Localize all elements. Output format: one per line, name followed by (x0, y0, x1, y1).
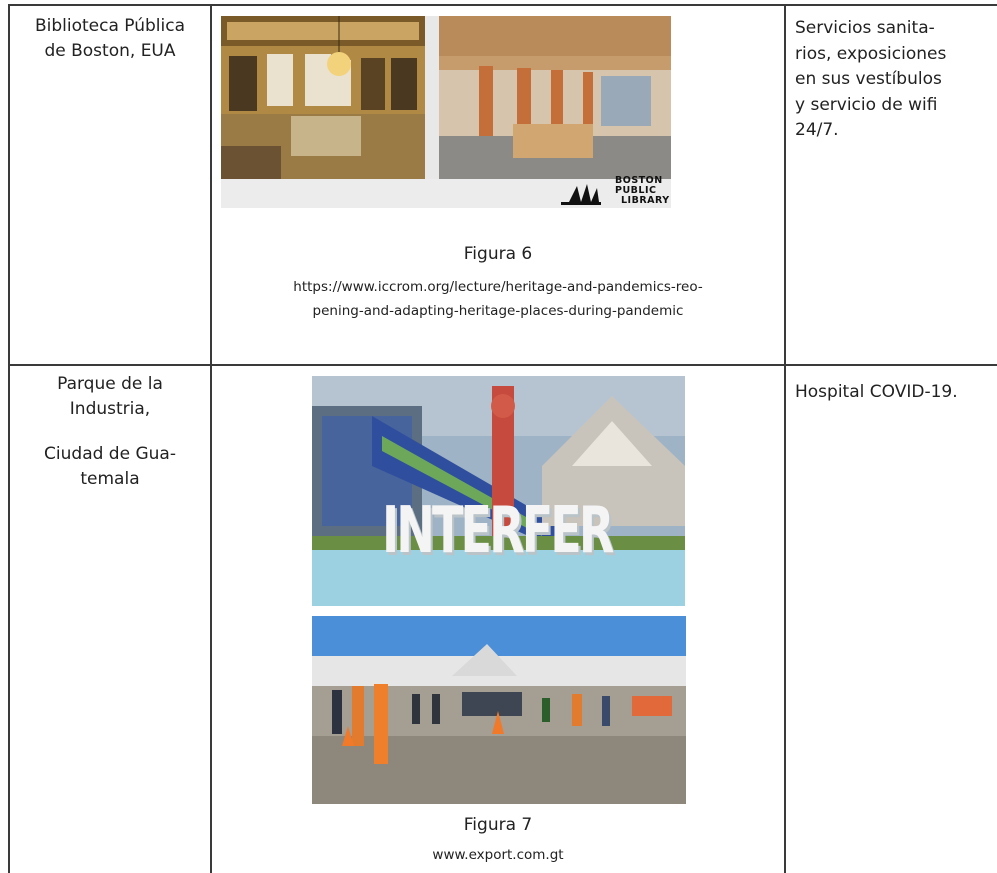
place-line: de Boston, EUA (44, 41, 176, 61)
place-line: Ciudad de Gua- (44, 444, 176, 464)
place-cell-guatemala: Parque de la Industria, Ciudad de Gua- t… (14, 372, 206, 512)
column-divider-1 (210, 4, 212, 873)
logo-boston: BOSTON (615, 175, 663, 186)
use-line: en sus vestíbulos (795, 69, 942, 89)
place-line: Parque de la (57, 374, 163, 394)
use-cell-boston: Servicios sanita- rios, exposiciones en … (795, 16, 985, 144)
use-line: Hospital COVID-19. (795, 382, 958, 402)
boston-library-photo: BOSTON PUBLIC LIBRARY (221, 16, 671, 208)
column-divider-2 (784, 4, 786, 873)
row-divider (8, 364, 997, 366)
figure-7-title: Figura 7 (463, 815, 533, 835)
comparison-table: Biblioteca Pública de Boston, EUA BOSTON… (0, 0, 997, 873)
place-line: temala (80, 469, 140, 489)
use-line: Servicios sanita- (795, 18, 935, 38)
use-line: y servicio de wifi (795, 94, 938, 115)
place-cell-boston: Biblioteca Pública de Boston, EUA (14, 14, 206, 64)
use-line: 24/7. (795, 120, 839, 140)
logo-library: LIBRARY (621, 195, 670, 206)
figure-6-source: https://www.iccrom.org/lecture/heritage-… (214, 275, 782, 323)
place-line: Industria, (69, 399, 151, 419)
table-border-left (8, 4, 10, 873)
source-line: https://www.iccrom.org/lecture/heritage-… (293, 279, 703, 295)
interfer-park-photo: INTERFER (312, 376, 685, 606)
use-cell-guatemala: Hospital COVID-19. (795, 380, 995, 405)
source-line: www.export.com.gt (432, 847, 564, 863)
source-line: pening-and-adapting-heritage-places-duri… (312, 303, 684, 319)
logo-public: PUBLIC (615, 185, 657, 196)
place-line: Biblioteca Pública (34, 16, 186, 36)
figure-7-source: www.export.com.gt (214, 847, 782, 863)
interfer-sign: INTERFER (382, 494, 614, 568)
use-line: rios, exposiciones (795, 43, 947, 64)
hospital-plaza-photo (312, 616, 686, 804)
table-border-top (8, 4, 997, 6)
figure-6-title: Figura 6 (463, 244, 533, 264)
